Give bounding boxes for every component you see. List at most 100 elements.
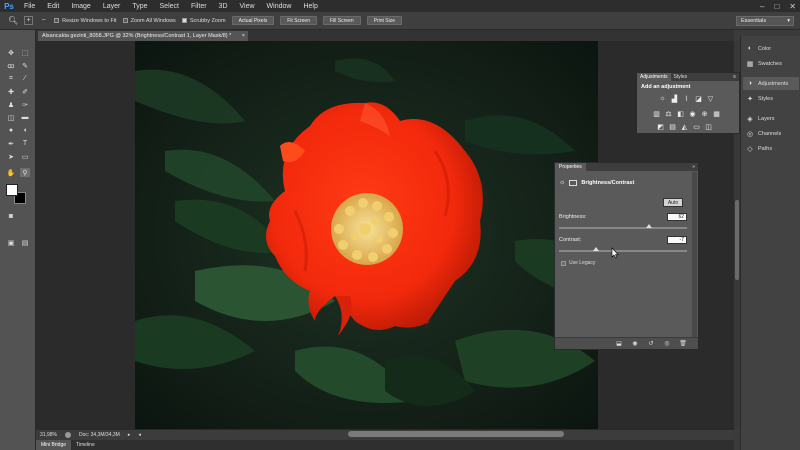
properties-scrollbar[interactable] xyxy=(692,172,697,337)
auto-button[interactable]: Auto xyxy=(663,198,683,207)
menu-image[interactable]: Image xyxy=(65,3,96,10)
maximize-icon[interactable]: □ xyxy=(774,2,779,11)
screen-mode-icon[interactable]: ▣ xyxy=(6,238,16,247)
channel-mixer-icon[interactable]: ⊕ xyxy=(701,110,708,118)
levels-icon[interactable]: ▟ xyxy=(671,95,678,103)
menu-select[interactable]: Select xyxy=(154,3,185,10)
dock-item-styles[interactable]: ✦ Styles xyxy=(743,92,799,105)
menu-3d[interactable]: 3D xyxy=(213,3,234,10)
dodge-icon[interactable]: ◖ xyxy=(20,126,30,135)
contrast-slider-track[interactable] xyxy=(559,250,687,252)
blur-icon[interactable]: ● xyxy=(6,126,16,135)
menu-view[interactable]: View xyxy=(234,3,261,10)
panel-menu-icon[interactable]: ≡ xyxy=(733,74,736,80)
status-arrow-icon[interactable]: ▸ xyxy=(128,432,131,438)
horizontal-scroll-thumb[interactable] xyxy=(348,431,564,437)
dock-item-layers[interactable]: ◈ Layers xyxy=(743,112,799,125)
color-lookup-icon[interactable]: ▦ xyxy=(713,110,720,118)
actual-pixels-button[interactable]: Actual Pixels xyxy=(231,16,275,25)
exposure-icon[interactable]: ◪ xyxy=(695,95,702,103)
visibility-icon[interactable]: ◎ xyxy=(663,340,671,347)
gradient-map-icon[interactable]: ▭ xyxy=(693,123,700,131)
gradient-icon[interactable]: ▬ xyxy=(20,113,30,122)
move-icon[interactable]: ✥ xyxy=(6,48,16,57)
quick-mask-icon[interactable]: ◙ xyxy=(6,212,16,221)
scrubby-zoom-checkbox[interactable]: Scrubby Zoom xyxy=(181,18,226,24)
healing-icon[interactable]: ✚ xyxy=(6,87,16,96)
resize-windows-checkbox[interactable]: Resize Windows to Fit xyxy=(54,18,117,24)
view-previous-icon[interactable]: ◉ xyxy=(631,340,639,347)
trash-icon[interactable]: 🗑︎ xyxy=(679,340,687,347)
eyedropper-icon[interactable]: ⁄ xyxy=(20,74,30,83)
photo-filter-icon[interactable]: ◉ xyxy=(689,110,696,118)
menu-type[interactable]: Type xyxy=(126,3,153,10)
shape-icon[interactable]: ▭ xyxy=(20,152,30,161)
screen-mode-alt-icon[interactable]: ▤ xyxy=(20,238,30,247)
lasso-icon[interactable]: ꝏ xyxy=(6,61,16,70)
brightness-input[interactable]: 62 xyxy=(667,213,687,221)
tab-close-icon[interactable]: × xyxy=(242,33,245,39)
pen-icon[interactable]: ✒ xyxy=(6,139,16,148)
tab-adjustments[interactable]: Adjustments xyxy=(637,73,671,81)
zoom-tool-icon[interactable]: 🔍︎ xyxy=(8,16,18,25)
selective-color-icon[interactable]: ◫ xyxy=(705,123,712,131)
contrast-slider-thumb[interactable] xyxy=(592,247,599,251)
info-icon[interactable] xyxy=(64,432,71,438)
clip-to-layer-icon[interactable]: ⬓ xyxy=(615,340,623,347)
color-balance-icon[interactable]: ⚖ xyxy=(665,110,672,118)
zoom-in-icon[interactable]: + xyxy=(24,16,34,25)
minimize-icon[interactable]: – xyxy=(760,2,764,11)
reset-icon[interactable]: ↺ xyxy=(647,340,655,347)
black-white-icon[interactable]: ◧ xyxy=(677,110,684,118)
document-tab[interactable]: Alsancakta gezinti_8058.JPG @ 32% (Brigh… xyxy=(38,31,248,41)
zoom-all-checkbox[interactable]: Zoom All Windows xyxy=(122,18,176,24)
hue-saturation-icon[interactable]: ▥ xyxy=(653,110,660,118)
close-icon[interactable]: ✕ xyxy=(789,2,796,11)
menu-edit[interactable]: Edit xyxy=(41,3,65,10)
invert-icon[interactable]: ◩ xyxy=(657,123,664,131)
threshold-icon[interactable]: ◭ xyxy=(681,123,688,131)
contrast-input[interactable]: -7 xyxy=(667,236,687,244)
zoom-out-icon[interactable]: − xyxy=(39,16,48,25)
posterize-icon[interactable]: ▤ xyxy=(669,123,676,131)
brightness-slider-track[interactable] xyxy=(559,227,687,229)
print-size-button[interactable]: Print Size xyxy=(366,16,403,25)
brush-icon[interactable]: ✐ xyxy=(20,87,30,96)
vibrance-icon[interactable]: ▽ xyxy=(707,95,714,103)
type-icon[interactable]: T xyxy=(20,139,30,148)
menu-file[interactable]: File xyxy=(18,3,41,10)
zoom-icon[interactable]: ⚲ xyxy=(20,168,30,177)
dock-item-channels[interactable]: ◎ Channels xyxy=(743,127,799,140)
menu-window[interactable]: Window xyxy=(261,3,298,10)
scroll-left-icon[interactable]: ◂ xyxy=(138,432,141,438)
menu-help[interactable]: Help xyxy=(297,3,323,10)
dock-item-color[interactable]: ◐ Color xyxy=(743,42,799,55)
tab-timeline[interactable]: Timeline xyxy=(71,440,100,450)
menu-filter[interactable]: Filter xyxy=(185,3,213,10)
path-select-icon[interactable]: ➤ xyxy=(6,152,16,161)
curves-icon[interactable]: ⌇ xyxy=(683,95,690,103)
history-brush-icon[interactable]: ✑ xyxy=(20,100,30,109)
flower-photo[interactable] xyxy=(135,41,598,429)
brightness-contrast-icon[interactable]: ☼ xyxy=(659,95,666,102)
tab-styles[interactable]: Styles xyxy=(671,73,691,81)
fit-screen-button[interactable]: Fit Screen xyxy=(280,16,317,25)
stamp-icon[interactable]: ♟ xyxy=(6,100,16,109)
use-legacy-checkbox[interactable]: Use Legacy xyxy=(561,260,595,266)
layer-mask-icon[interactable] xyxy=(569,179,578,186)
eraser-icon[interactable]: ◫ xyxy=(6,113,16,122)
fill-screen-button[interactable]: Fill Screen xyxy=(323,16,361,25)
hand-icon[interactable]: ✋ xyxy=(6,168,16,177)
workspace-dropdown[interactable]: Essentials ▾ xyxy=(736,16,794,26)
menu-layer[interactable]: Layer xyxy=(97,3,127,10)
panel-collapse-icon[interactable]: » xyxy=(692,164,695,170)
tab-mini-bridge[interactable]: Mini Bridge xyxy=(36,440,72,450)
brightness-slider-thumb[interactable] xyxy=(646,224,653,228)
dock-item-adjustments[interactable]: ◑ Adjustments xyxy=(743,77,799,90)
marquee-icon[interactable]: ⬚ xyxy=(20,48,30,57)
dock-item-paths[interactable]: ◇ Paths xyxy=(743,142,799,155)
zoom-readout[interactable]: 31,98% xyxy=(40,432,57,438)
tab-properties[interactable]: Properties xyxy=(555,163,586,171)
dock-item-swatches[interactable]: ▦ Swatches xyxy=(743,57,799,70)
crop-icon[interactable]: ⌗ xyxy=(6,74,16,83)
